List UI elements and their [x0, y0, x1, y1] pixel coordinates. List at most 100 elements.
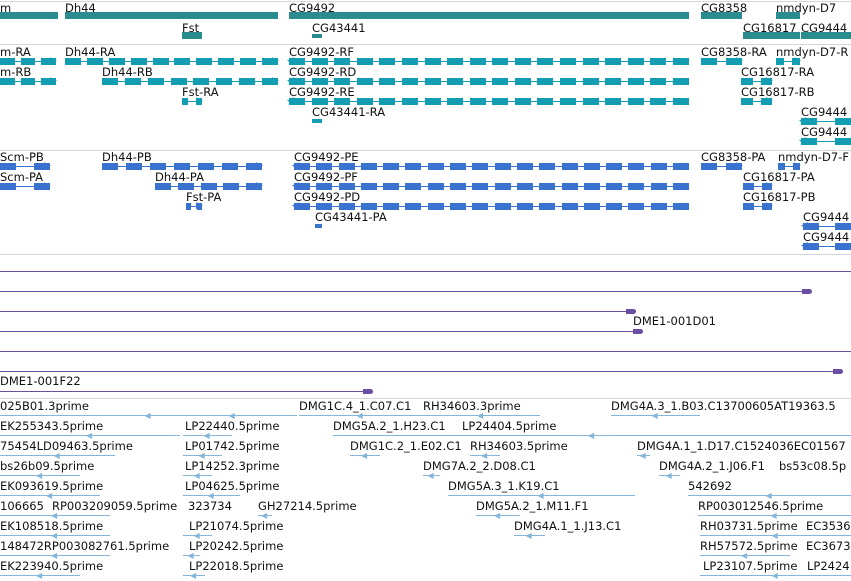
exon-block [356, 78, 373, 85]
exon-block [200, 183, 217, 190]
exon-block [383, 183, 400, 190]
arrow-left-icon: ◀ [770, 511, 777, 520]
feature-label: DME1-001F22 [0, 374, 81, 388]
est-label: LP21074.5prime [189, 519, 284, 533]
feature-label: CG43441-RA [312, 105, 386, 119]
genome-browser-view: m Dh44 Fst CG9492 CG43441 CG8358 nmdyn-D7 CG168… [0, 0, 851, 581]
exon-block [338, 163, 355, 170]
exon-block [311, 78, 328, 85]
arrow-left-icon: ◀ [86, 431, 93, 440]
arrow-left-icon: ◀ [537, 491, 544, 500]
exon-block [126, 163, 142, 170]
alignment-line [0, 371, 843, 372]
arrow-right-icon: ▶ [256, 161, 263, 171]
exon-block [539, 203, 556, 210]
exon-block [383, 203, 400, 210]
arrow-left-icon: ◀ [356, 411, 363, 420]
exon-block [447, 78, 464, 85]
exon-block [582, 78, 599, 85]
exon-block [673, 163, 689, 170]
feature-label: Fst-PA [186, 190, 222, 204]
alignment-line [0, 331, 643, 332]
exon-block [334, 78, 351, 85]
exon-block [650, 98, 667, 105]
est-label: RP003012546.5prime [698, 499, 824, 513]
alignment-line [0, 291, 812, 292]
arrow-right-icon: ▶ [766, 201, 773, 211]
exon-block [447, 98, 464, 105]
exon-block [583, 163, 600, 170]
est-label: GH27214.5prime [258, 499, 357, 513]
exon-block [360, 203, 377, 210]
exon-block [427, 203, 444, 210]
est-label: EC3673 [806, 539, 851, 553]
gene-bar [315, 224, 322, 228]
exon-block [582, 98, 599, 105]
feature-label: DME1-001D01 [633, 314, 716, 328]
exon-block [650, 163, 667, 170]
arrow-left-icon: ◀ [144, 411, 151, 420]
exon-block [405, 203, 422, 210]
exon-block [405, 183, 422, 190]
est-label: 106665 [0, 499, 44, 513]
exon-block [472, 183, 489, 190]
est-label: LP22018.5prime [189, 559, 284, 573]
est-label: RP003209059.5prime [52, 499, 178, 513]
arrow-left-icon: ◀ [481, 451, 488, 460]
exon-block [198, 163, 214, 170]
est-label: 148472RP003082761.5prime [0, 539, 170, 553]
exon-block [492, 78, 509, 85]
arrow-left-icon: ◀ [665, 471, 672, 480]
est-label: DMG4A.1_1.D17.C1524036EC01567 [637, 439, 846, 453]
arrow-left-icon: ◀ [287, 96, 294, 106]
exon-block [673, 58, 689, 65]
exon-block [0, 183, 16, 190]
arrow-left-icon: ◀ [477, 411, 484, 420]
exon-block [701, 58, 717, 65]
exon-block [379, 98, 396, 105]
exon-block [174, 163, 190, 170]
exon-block [514, 78, 531, 85]
exon-block [338, 183, 355, 190]
arrow-left-icon: ◀ [741, 551, 748, 560]
exon-block [537, 58, 554, 65]
arrow-left-icon: ◀ [361, 451, 368, 460]
arrow-left-icon: ◀ [193, 531, 200, 540]
est-label: DMG1C.4_1.C07.C1 [299, 399, 412, 413]
arrow-left-icon: ◀ [51, 551, 58, 560]
exon-block [311, 58, 328, 65]
exon-block [650, 58, 667, 65]
arrow-left-icon: ◀ [203, 431, 210, 440]
exon-block [338, 203, 355, 210]
est-label: bs26b09.5prime [0, 459, 95, 473]
exon-block [561, 183, 578, 190]
exon-block [650, 183, 667, 190]
arrow-left-icon: ◀ [494, 511, 501, 520]
est-label: DMG5A.2_1.M11.F1 [476, 499, 589, 513]
gene-bar [182, 32, 202, 39]
exon-block [196, 58, 213, 65]
feature-label: nmdyn-D7-F [778, 150, 849, 164]
exon-block [492, 98, 509, 105]
arrow-left-icon: ◀ [190, 571, 197, 580]
arrow-right-icon: ▶ [736, 161, 743, 171]
est-label: 75454LD09463.5prime [0, 439, 133, 453]
exon-block [606, 163, 623, 170]
exon-block [605, 78, 622, 85]
exon-block [673, 183, 689, 190]
exon-block [743, 203, 754, 210]
arrow-right-icon: ▶ [196, 201, 203, 211]
feature-label: CG16817-PA [743, 170, 815, 184]
gene-bar [312, 34, 322, 38]
exon-block [560, 78, 577, 85]
exon-block [514, 98, 531, 105]
gene-bar [776, 12, 800, 19]
exon-block [539, 183, 556, 190]
arrow-right-icon: ▶ [272, 76, 279, 86]
arrow-left-icon: ◀ [651, 411, 658, 420]
exon-block [108, 58, 125, 65]
exon-block [776, 58, 784, 65]
alignment-end-block [633, 329, 643, 334]
exon-block [516, 163, 533, 170]
exon-block [174, 58, 191, 65]
